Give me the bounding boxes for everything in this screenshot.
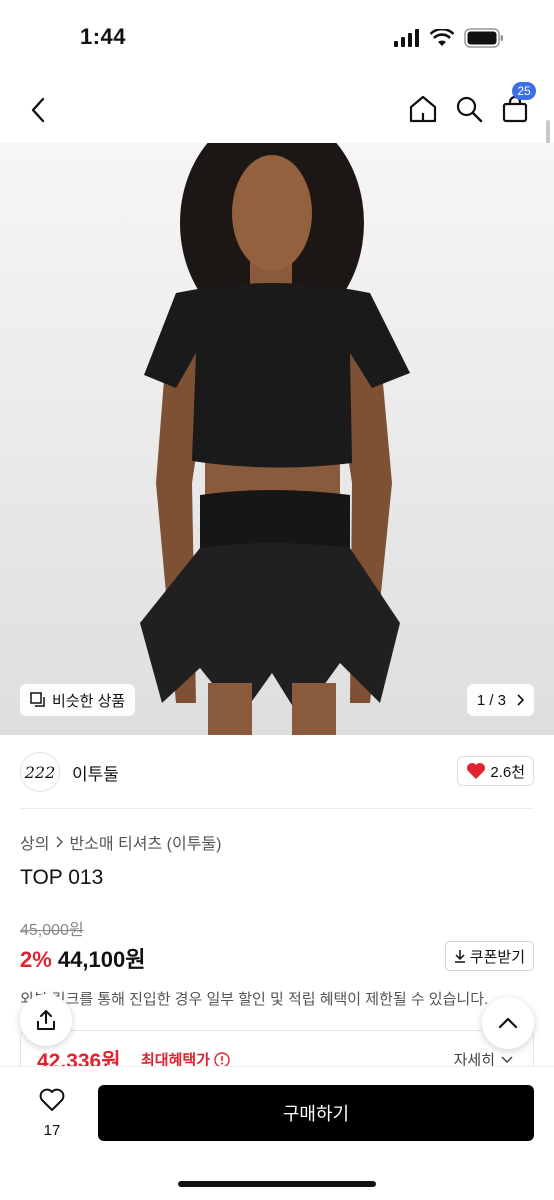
wishlist-button[interactable]: 17 xyxy=(30,1087,74,1139)
nav-bar: 25 xyxy=(0,80,554,140)
external-link-notice: 외부 링크를 통해 진입한 경우 일부 할인 및 적립 혜택이 제한될 수 있습… xyxy=(20,991,489,1008)
chevron-right-icon xyxy=(517,694,524,706)
brand-row[interactable]: 222 이투둘 2.6천 xyxy=(20,750,534,794)
brand-like-count: 2.6천 xyxy=(490,763,525,781)
brand-logo-text: 222 xyxy=(24,762,56,782)
home-indicator xyxy=(178,1181,376,1187)
status-bar: 1:44 xyxy=(0,0,554,72)
chevron-up-icon xyxy=(498,1017,518,1029)
download-icon xyxy=(454,950,465,963)
share-button[interactable] xyxy=(20,994,72,1046)
discount-rate: 2% xyxy=(20,947,52,972)
search-icon xyxy=(456,96,483,123)
battery-icon xyxy=(464,28,503,48)
similar-products-button[interactable]: 비슷한 상품 xyxy=(20,684,136,716)
share-icon xyxy=(37,1010,55,1030)
home-icon xyxy=(409,95,437,123)
price-row: 2% 44,100원 xyxy=(20,942,145,974)
back-button[interactable] xyxy=(22,92,54,128)
brand-name[interactable]: 이투둘 xyxy=(72,760,119,785)
similar-products-label: 비슷한 상품 xyxy=(52,692,126,710)
home-button[interactable] xyxy=(404,90,442,128)
heart-filled-icon xyxy=(467,763,486,779)
search-button[interactable] xyxy=(450,90,488,128)
heart-outline-icon xyxy=(39,1088,65,1111)
breadcrumb-item[interactable]: 반소매 티셔츠 (이투둘) xyxy=(69,830,221,854)
breadcrumb-item[interactable]: 상의 xyxy=(20,830,49,854)
image-pager[interactable]: 1 / 3 xyxy=(466,684,534,716)
bottom-purchase-bar: 17 구매하기 xyxy=(0,1066,554,1200)
breadcrumb: 상의 반소매 티셔츠 (이투둘) xyxy=(20,830,221,854)
brand-logo[interactable]: 222 xyxy=(20,752,60,792)
status-time: 1:44 xyxy=(80,24,127,49)
coupon-label: 쿠폰받기 xyxy=(469,948,525,966)
image-pager-text: 1 / 3 xyxy=(476,691,506,709)
chevron-down-icon xyxy=(501,1055,513,1063)
wishlist-count: 17 xyxy=(43,1122,61,1139)
sale-price: 44,100원 xyxy=(57,947,146,972)
status-icons xyxy=(394,28,504,48)
cart-button[interactable]: 25 xyxy=(496,82,536,128)
product-image-gallery[interactable]: 비슷한 상품 1 / 3 xyxy=(0,143,554,735)
coupon-button[interactable]: 쿠폰받기 xyxy=(444,941,534,971)
similar-items-icon xyxy=(30,692,45,707)
buy-button[interactable]: 구매하기 xyxy=(98,1085,534,1141)
product-title: TOP 013 xyxy=(20,866,104,889)
chevron-left-icon xyxy=(31,97,45,123)
product-photo xyxy=(140,143,410,735)
divider xyxy=(20,808,534,809)
signal-icon xyxy=(394,29,419,47)
wifi-icon xyxy=(430,29,454,46)
cart-count-badge: 25 xyxy=(512,82,536,100)
chevron-right-icon xyxy=(56,836,64,848)
brand-like-button[interactable]: 2.6천 xyxy=(457,756,534,786)
scroll-to-top-button[interactable] xyxy=(482,997,534,1049)
original-price: 45,000원 xyxy=(20,922,84,939)
